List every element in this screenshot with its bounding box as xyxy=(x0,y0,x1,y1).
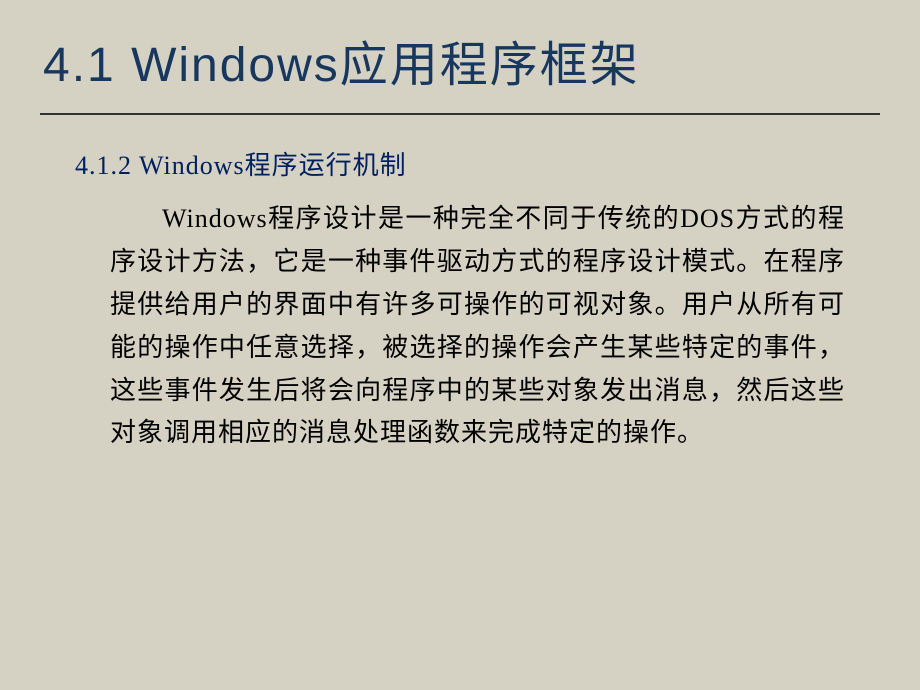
body-paragraph: Windows程序设计是一种完全不同于传统的DOS方式的程序设计方法，它是一种事… xyxy=(40,198,880,455)
subtitle: 4.1.2 Windows程序运行机制 xyxy=(40,145,880,182)
slide-container: 4.1 Windows应用程序框架 4.1.2 Windows程序运行机制 Wi… xyxy=(0,0,920,455)
main-title: 4.1 Windows应用程序框架 xyxy=(40,25,880,95)
title-divider xyxy=(40,113,880,115)
